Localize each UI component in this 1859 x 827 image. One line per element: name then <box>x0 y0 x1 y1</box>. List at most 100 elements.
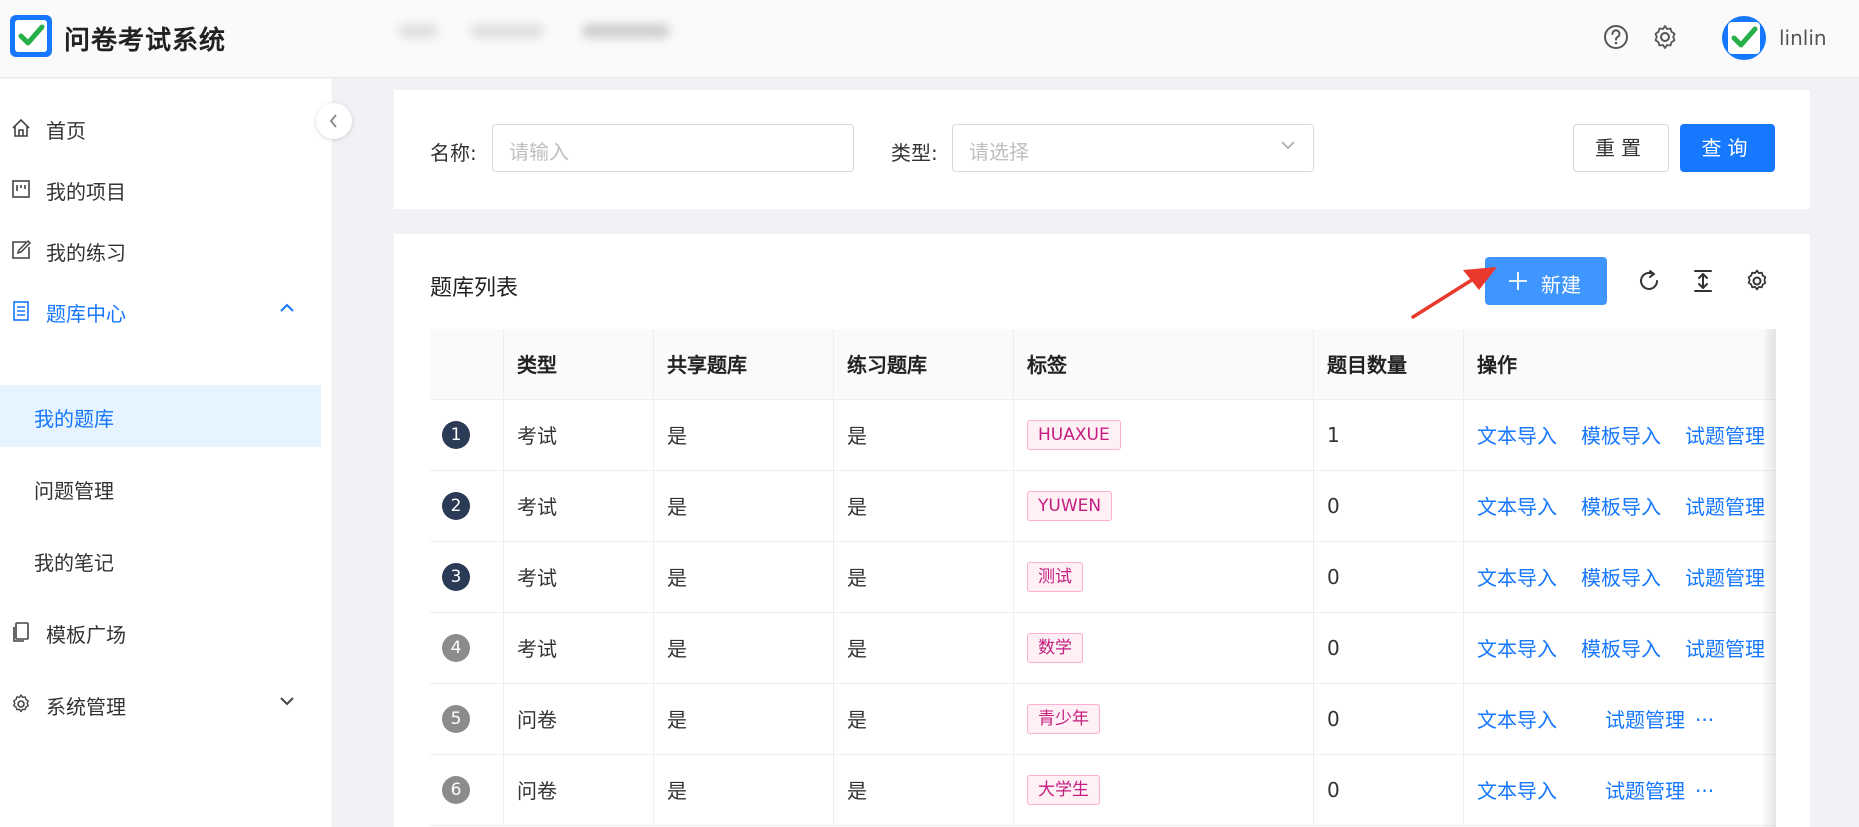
question-bank-icon <box>13 301 29 321</box>
text-import-link[interactable]: 文本导入 <box>1477 424 1557 448</box>
sidebar-item-my-question-bank[interactable]: 我的题库 <box>0 385 321 447</box>
sidebar-item-my-practice[interactable]: 我的练习 <box>0 219 321 281</box>
row-index-badge: 3 <box>442 562 470 591</box>
cell-type: 考试 <box>503 470 653 542</box>
settings-gear-icon[interactable] <box>1650 22 1680 52</box>
reset-button[interactable]: 重置 <box>1573 124 1669 172</box>
sidebar-item-my-projects[interactable]: 我的项目 <box>0 158 321 220</box>
template-icon <box>13 622 29 642</box>
column-header-count: 题目数量 <box>1313 329 1463 400</box>
text-import-link[interactable]: 文本导入 <box>1477 779 1557 803</box>
column-header-shared: 共享题库 <box>653 329 833 400</box>
more-actions-icon[interactable]: ··· <box>1695 708 1714 732</box>
template-import-link[interactable]: 模板导入 <box>1581 495 1661 519</box>
row-index-badge: 4 <box>442 633 470 662</box>
cell-type: 问卷 <box>503 754 653 826</box>
app-title: 问卷考试系统 <box>64 26 227 56</box>
sidebar-item-my-notes[interactable]: 我的笔记 <box>0 529 321 591</box>
name-search-input[interactable]: 请输入 <box>492 124 854 172</box>
cell-type: 考试 <box>503 612 653 684</box>
cell-count: 0 <box>1313 612 1463 684</box>
sidebar-item-home[interactable]: 首页 <box>0 97 321 159</box>
app-logo[interactable] <box>10 15 52 57</box>
more-actions-icon[interactable]: ··· <box>1695 779 1714 803</box>
help-icon[interactable] <box>1601 22 1631 52</box>
row-index-badge: 6 <box>442 775 470 804</box>
plus-icon <box>1509 272 1527 290</box>
table-row: 5 问卷 是 是 青少年 0 文本导入 试题管理 ··· <box>430 683 1775 755</box>
question-management-link[interactable]: 试题管理 <box>1685 637 1765 661</box>
cell-type: 考试 <box>503 399 653 471</box>
breadcrumb-blurred-2 <box>470 24 544 38</box>
chevron-down-icon <box>1281 141 1295 150</box>
question-management-link[interactable]: 试题管理 <box>1685 424 1765 448</box>
template-import-link[interactable]: 模板导入 <box>1581 637 1661 661</box>
template-import-link[interactable]: 模板导入 <box>1581 566 1661 590</box>
table-row: 3 考试 是 是 测试 0 文本导入 模板导入 试题管理 <box>430 541 1775 613</box>
user-name[interactable]: linlin <box>1779 26 1827 50</box>
question-bank-table: 类型 共享题库 练习题库 标签 题目数量 操作 1 考试 是 是 HUAXUE … <box>430 329 1775 826</box>
collapse-sidebar-button[interactable] <box>316 103 352 139</box>
table-row: 1 考试 是 是 HUAXUE 1 文本导入 模板导入 试题管理 <box>430 399 1775 471</box>
sidebar-item-system-management[interactable]: 系统管理 <box>0 673 321 735</box>
cell-count: 0 <box>1313 541 1463 613</box>
column-header-tag: 标签 <box>1013 329 1313 400</box>
cell-practice: 是 <box>833 399 1013 471</box>
cell-count: 0 <box>1313 683 1463 755</box>
home-icon <box>12 118 30 137</box>
cell-shared: 是 <box>653 399 833 471</box>
sidebar-item-question-bank-center[interactable]: 题库中心 <box>0 280 321 342</box>
sidebar-item-question-management[interactable]: 问题管理 <box>0 457 321 519</box>
text-import-link[interactable]: 文本导入 <box>1477 708 1557 732</box>
question-management-link[interactable]: 试题管理 <box>1605 708 1685 732</box>
gear-icon <box>13 694 29 713</box>
avatar-checkmark-icon <box>1731 26 1758 48</box>
text-import-link[interactable]: 文本导入 <box>1477 495 1557 519</box>
cell-shared: 是 <box>653 470 833 542</box>
text-import-link[interactable]: 文本导入 <box>1477 637 1557 661</box>
column-settings-icon[interactable] <box>1744 268 1770 294</box>
project-icon <box>12 180 30 198</box>
tag-badge: 测试 <box>1027 561 1083 592</box>
column-header-index <box>430 329 503 400</box>
table-header-row: 类型 共享题库 练习题库 标签 题目数量 操作 <box>430 329 1775 400</box>
user-avatar[interactable] <box>1722 16 1766 60</box>
table-row: 6 问卷 是 是 大学生 0 文本导入 试题管理 ··· <box>430 754 1775 826</box>
question-management-link[interactable]: 试题管理 <box>1685 495 1765 519</box>
tag-badge: HUAXUE <box>1027 419 1121 450</box>
cell-count: 0 <box>1313 470 1463 542</box>
question-management-link[interactable]: 试题管理 <box>1685 566 1765 590</box>
cell-count: 1 <box>1313 399 1463 471</box>
refresh-icon[interactable] <box>1636 268 1662 294</box>
annotation-arrow-icon <box>1411 267 1497 319</box>
cell-practice: 是 <box>833 754 1013 826</box>
query-button[interactable]: 查询 <box>1680 124 1775 172</box>
row-index-badge: 1 <box>442 420 470 449</box>
column-header-actions: 操作 <box>1463 329 1775 400</box>
cell-practice: 是 <box>833 541 1013 613</box>
table-row: 2 考试 是 是 YUWEN 0 文本导入 模板导入 试题管理 <box>430 470 1775 542</box>
template-import-link[interactable]: 模板导入 <box>1581 424 1661 448</box>
type-select[interactable]: 请选择 <box>952 124 1314 172</box>
question-management-link[interactable]: 试题管理 <box>1605 779 1685 803</box>
top-header: 问卷考试系统 linlin <box>0 0 1859 78</box>
cell-type: 考试 <box>503 541 653 613</box>
column-height-icon[interactable] <box>1690 268 1716 294</box>
type-field-label: 类型: <box>891 141 938 165</box>
chevron-left-icon <box>329 114 337 128</box>
column-header-type: 类型 <box>503 329 653 400</box>
tag-badge: 大学生 <box>1027 774 1100 805</box>
cell-practice: 是 <box>833 612 1013 684</box>
chevron-down-icon <box>280 697 294 706</box>
cell-shared: 是 <box>653 754 833 826</box>
text-import-link[interactable]: 文本导入 <box>1477 566 1557 590</box>
name-field-label: 名称: <box>430 141 477 165</box>
tag-badge: YUWEN <box>1027 490 1113 521</box>
cell-shared: 是 <box>653 612 833 684</box>
breadcrumb-blurred-1 <box>398 24 438 38</box>
cell-shared: 是 <box>653 683 833 755</box>
tag-badge: 数学 <box>1027 632 1083 663</box>
table-row: 4 考试 是 是 数学 0 文本导入 模板导入 试题管理 <box>430 612 1775 684</box>
sidebar-item-template-plaza[interactable]: 模板广场 <box>0 601 321 663</box>
row-index-badge: 2 <box>442 491 470 520</box>
